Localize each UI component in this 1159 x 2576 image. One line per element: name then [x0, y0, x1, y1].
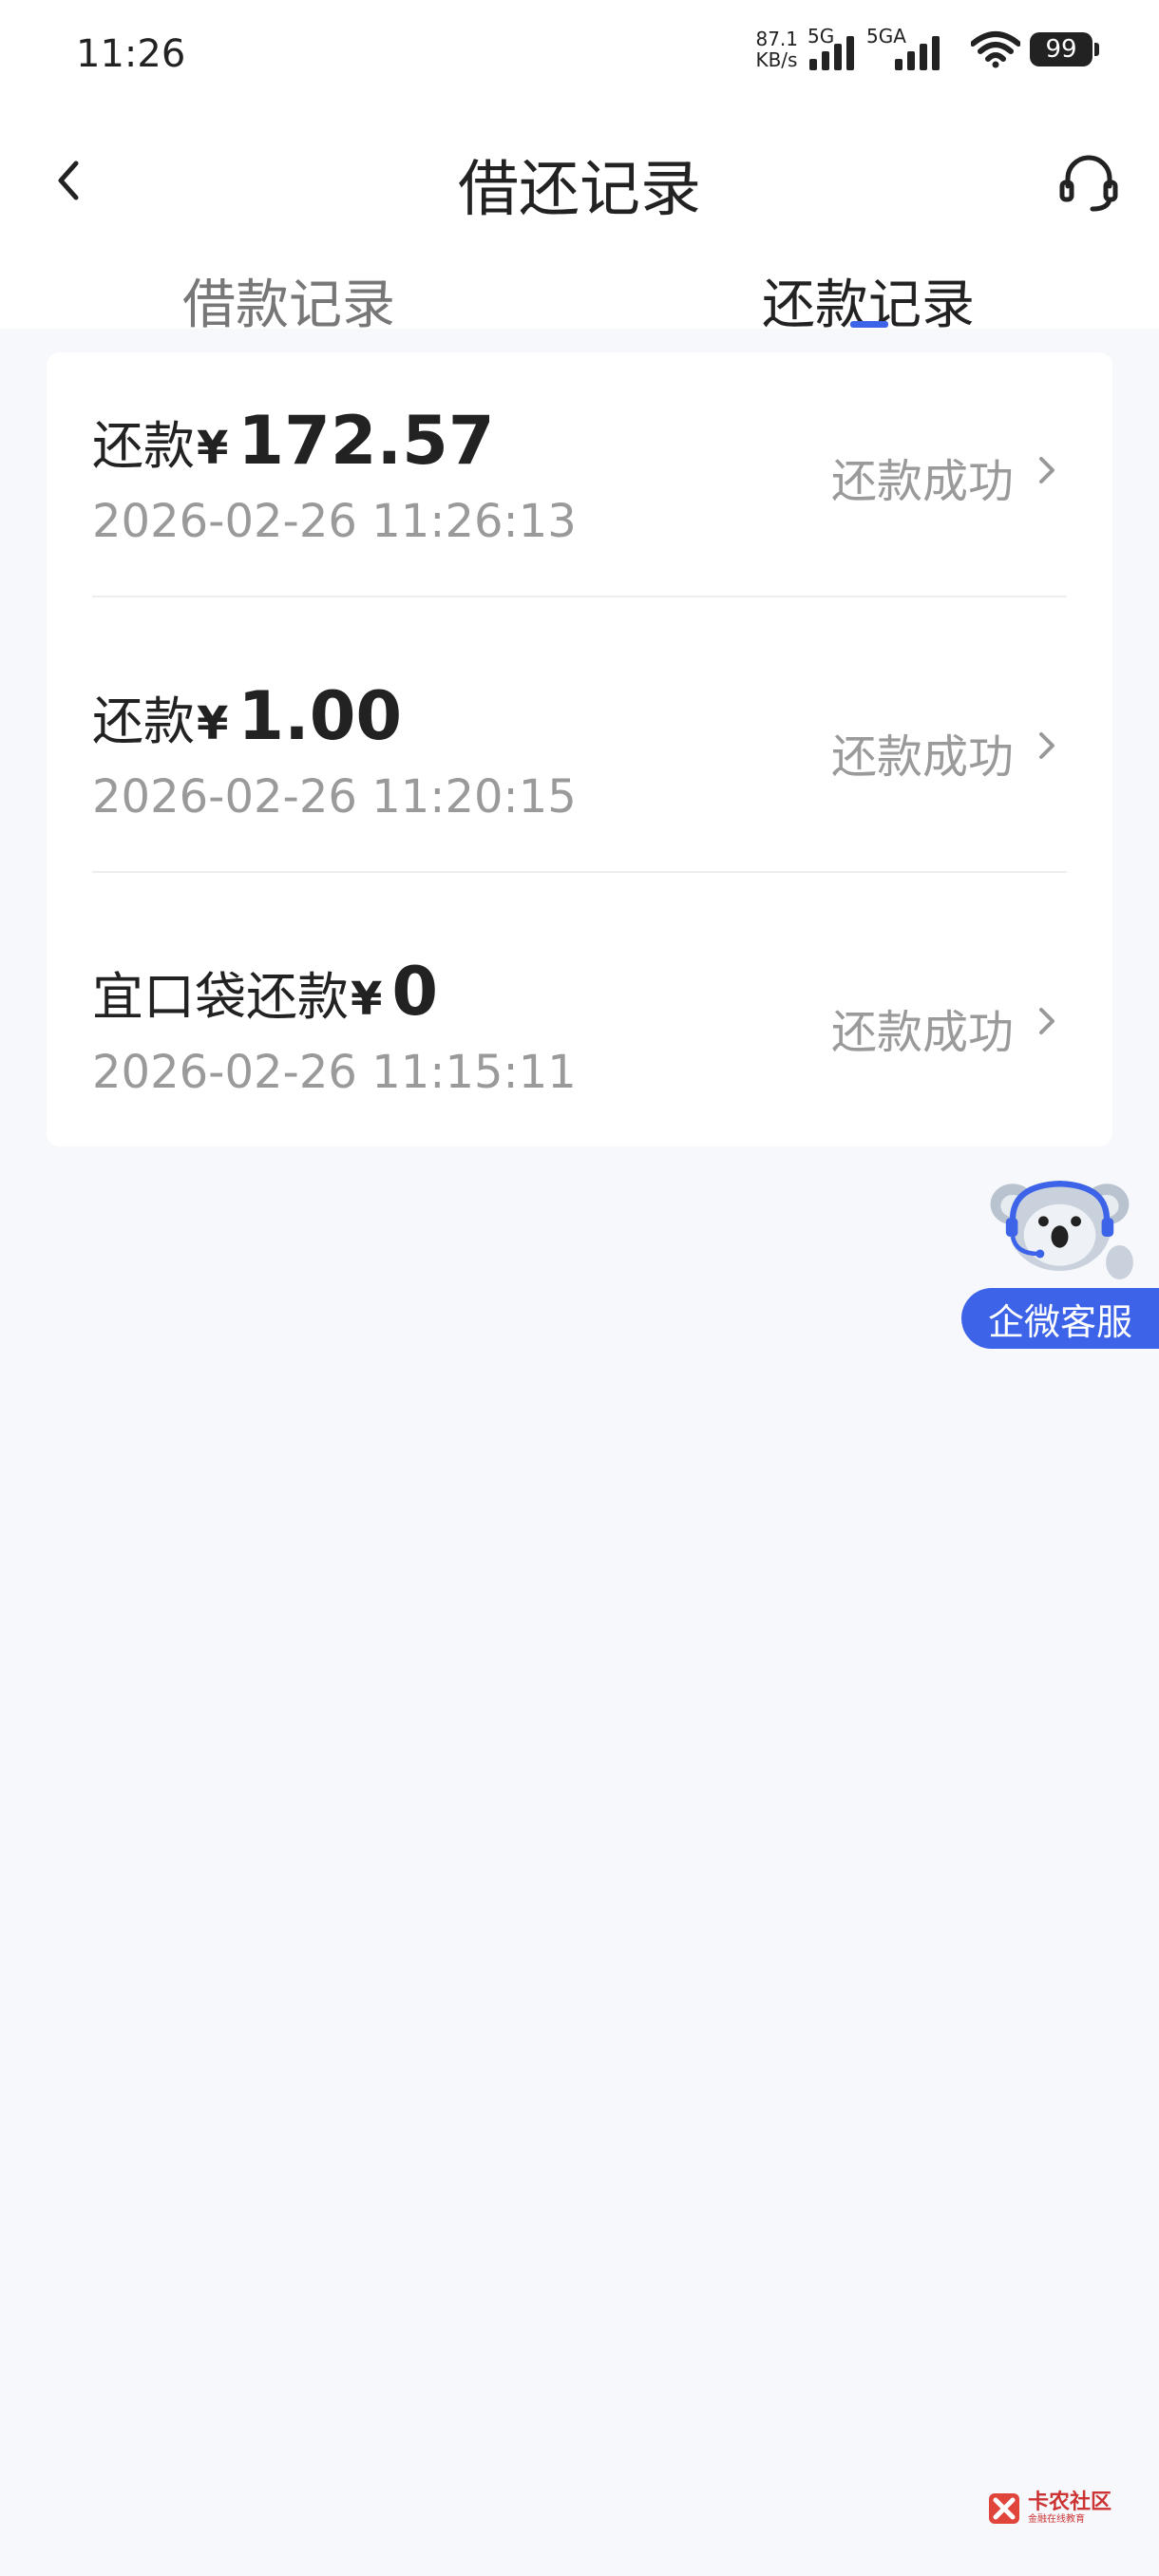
record-title: 还款 ¥ 1.00 — [92, 677, 402, 755]
battery-level: 99 — [1045, 35, 1077, 64]
network-speed-unit: KB/s — [755, 48, 798, 71]
chevron-right-icon — [1039, 1008, 1054, 1034]
record-amount: 172.57 — [238, 402, 495, 480]
header: 借还记录 — [0, 114, 1159, 247]
record-time: 2026-02-26 11:20:15 — [92, 770, 577, 824]
watermark-sub: 金融在线教育 — [1028, 2514, 1085, 2525]
network-speed-value: 87.1 — [755, 28, 798, 50]
kanong-logo-icon — [989, 2493, 1019, 2524]
wifi-icon — [971, 31, 1020, 68]
record-item[interactable]: 宜口袋还款 ¥ 0 2026-02-26 11:15:11 还款成功 — [92, 903, 1067, 1179]
signal-5g-label: 5G — [808, 25, 835, 47]
headset-icon[interactable] — [1056, 150, 1121, 215]
koala-mascot-icon — [990, 1181, 1133, 1279]
divider — [92, 596, 1067, 597]
record-amount: 0 — [391, 953, 439, 1031]
record-item[interactable]: 还款 ¥ 172.57 2026-02-26 11:26:13 还款成功 — [92, 352, 1067, 628]
records-card: 还款 ¥ 172.57 2026-02-26 11:26:13 还款成功 还款 … — [47, 352, 1112, 1146]
watermark-main: 卡农社区 — [1028, 2491, 1112, 2514]
chevron-right-icon — [1039, 457, 1054, 483]
record-tabs: 借款记录 还款记录 — [0, 247, 1159, 336]
record-title: 宜口袋还款 ¥ 0 — [92, 953, 438, 1031]
record-time: 2026-02-26 11:26:13 — [92, 495, 577, 548]
record-title: 还款 ¥ 172.57 — [92, 402, 495, 480]
signal-5ga-icon: 5GA — [866, 25, 961, 70]
status-time: 11:26 — [76, 32, 186, 76]
status-bar: 11:26 87.1 KB/s 5G 5GA 99 — [0, 0, 1159, 114]
battery-icon: 99 — [1030, 32, 1099, 66]
record-label: 还款 — [92, 416, 195, 476]
float-service-label: 企微客服 — [961, 1288, 1159, 1349]
currency-symbol: ¥ — [197, 422, 229, 475]
signal-5g-icon: 5G — [808, 25, 857, 70]
page-title: 借还记录 — [458, 155, 701, 225]
network-speed: 87.1 KB/s — [755, 28, 798, 70]
record-item[interactable]: 还款 ¥ 1.00 2026-02-26 11:20:15 还款成功 — [92, 628, 1067, 903]
float-service-button[interactable]: 企微客服 — [960, 1176, 1159, 1356]
record-label: 宜口袋还款 — [92, 967, 349, 1027]
record-status: 还款成功 — [830, 730, 1014, 784]
record-label: 还款 — [92, 691, 195, 751]
tab-borrow-records[interactable]: 借款记录 — [182, 262, 395, 339]
divider — [92, 871, 1067, 873]
record-status: 还款成功 — [830, 455, 1014, 508]
record-status: 还款成功 — [830, 1006, 1014, 1059]
currency-symbol: ¥ — [197, 697, 229, 750]
currency-symbol: ¥ — [351, 973, 383, 1026]
record-time: 2026-02-26 11:15:11 — [92, 1046, 577, 1099]
active-tab-indicator — [850, 321, 888, 328]
watermark: 卡农社区 金融在线教育 — [986, 2491, 1112, 2527]
chevron-right-icon — [1039, 732, 1054, 759]
record-amount: 1.00 — [238, 677, 403, 755]
status-icons: 87.1 KB/s 5G 5GA 99 — [755, 25, 1099, 70]
signal-5ga-label: 5GA — [866, 25, 906, 47]
